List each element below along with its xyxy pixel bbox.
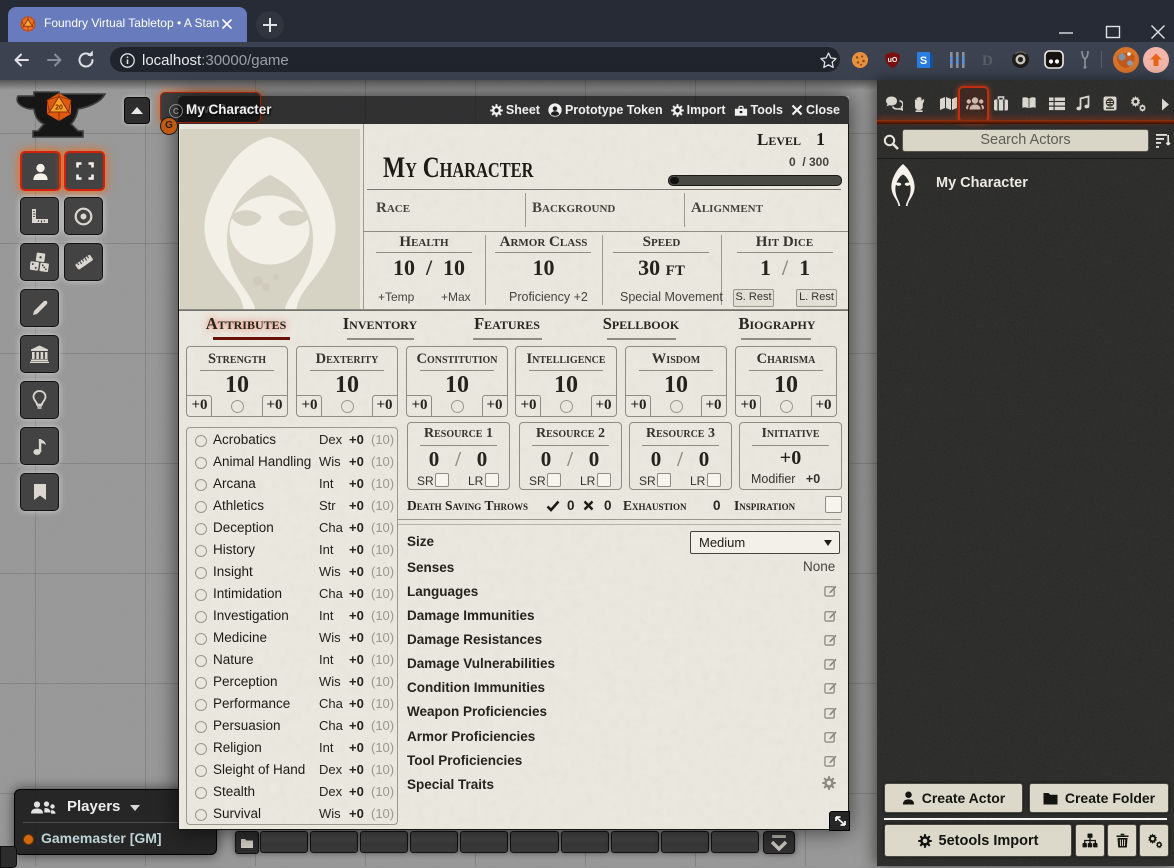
svg-text:uO: uO (888, 57, 898, 64)
svg-text:D: D (982, 53, 993, 69)
svg-text:20: 20 (55, 105, 63, 112)
svg-text:.: . (993, 60, 995, 68)
svg-text:S: S (920, 55, 927, 67)
